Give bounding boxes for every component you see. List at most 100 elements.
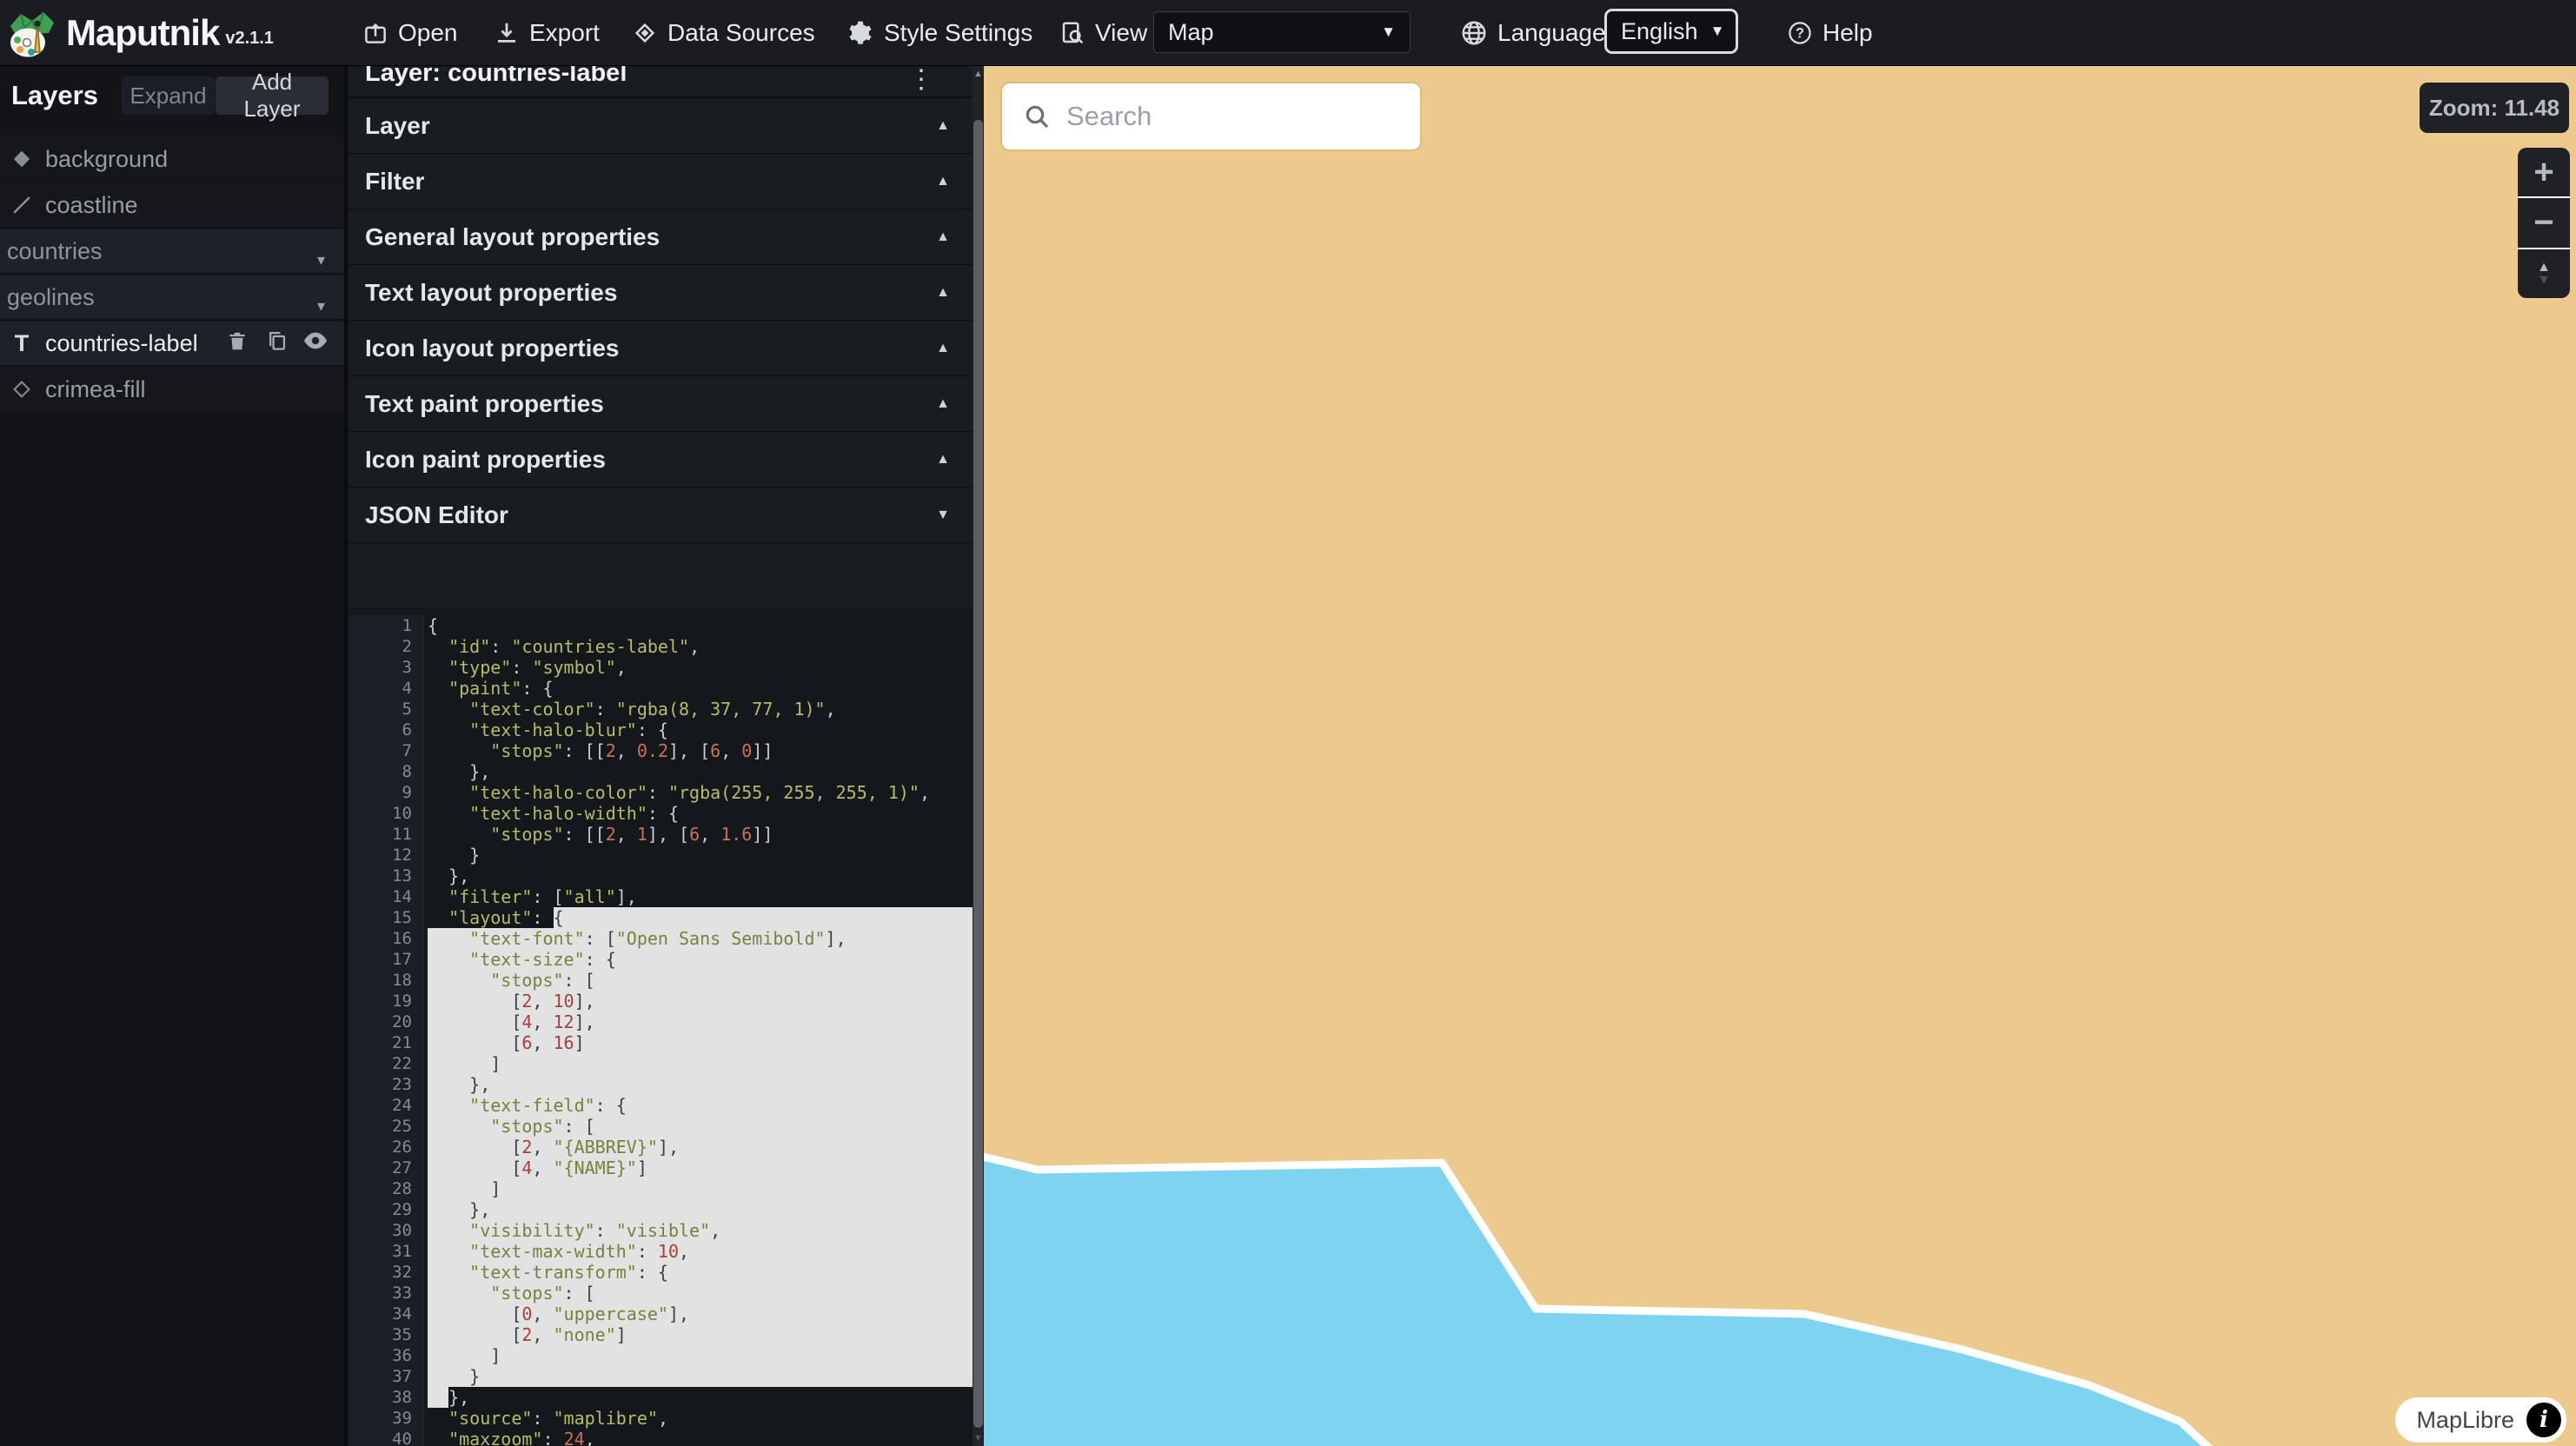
editor-scrollbar[interactable]: ▲ ▼ — [973, 65, 984, 1446]
code-line-38[interactable]: 38 }, — [348, 1387, 973, 1408]
line-number: 14 — [348, 886, 424, 907]
json-editor-code[interactable]: 1{2 "id": "countries-label",3 "type": "s… — [348, 607, 973, 1446]
section-icon-layout-properties[interactable]: Icon layout properties▲ — [348, 321, 973, 376]
code-line-14[interactable]: 14 "filter": ["all"], — [348, 886, 973, 907]
section-json-editor[interactable]: JSON Editor▼ — [348, 488, 973, 543]
language-select[interactable]: English ▼ — [1604, 9, 1738, 54]
line-number: 36 — [348, 1345, 424, 1366]
line-number: 31 — [348, 1241, 424, 1262]
code-line-17[interactable]: 17 "text-size": { — [348, 949, 973, 970]
section-icon-paint-properties[interactable]: Icon paint properties▲ — [348, 432, 973, 488]
attribution-link[interactable]: MapLibre — [2416, 1407, 2514, 1434]
code-line-28[interactable]: 28 ] — [348, 1178, 973, 1199]
code-line-27[interactable]: 27 [4, "{NAME}"] — [348, 1157, 973, 1178]
open-icon — [362, 20, 388, 46]
chevron-up-icon: ▲ — [936, 174, 950, 189]
style-settings-button[interactable]: Style Settings — [846, 0, 1032, 65]
code-line-15[interactable]: 15 "layout": { — [348, 907, 973, 928]
code-line-1[interactable]: 1{ — [348, 615, 973, 636]
code-line-10[interactable]: 10 "text-halo-width": { — [348, 803, 973, 824]
code-line-36[interactable]: 36 ] — [348, 1345, 973, 1366]
help-icon: ? — [1787, 20, 1813, 46]
code-line-13[interactable]: 13 }, — [348, 866, 973, 886]
section-layer[interactable]: Layer▲ — [348, 98, 973, 154]
duplicate-layer-button[interactable] — [263, 330, 289, 356]
code-line-33[interactable]: 33 "stops": [ — [348, 1283, 973, 1303]
expand-button[interactable]: Expand — [122, 76, 215, 115]
line-number: 8 — [348, 761, 424, 782]
language-label: Language — [1497, 19, 1606, 47]
code-line-32[interactable]: 32 "text-transform": { — [348, 1262, 973, 1283]
view-label: View — [1095, 19, 1147, 47]
delete-layer-button[interactable] — [224, 330, 250, 356]
scrollbar-down-arrow-icon[interactable]: ▼ — [973, 1433, 984, 1443]
code-line-4[interactable]: 4 "paint": { — [348, 678, 973, 699]
sidebar-layer-countries[interactable]: countries▾ — [0, 229, 344, 273]
layer-editor-panel: Layer: countries-label ⋮ Layer▲Filter▲Ge… — [348, 65, 973, 1446]
code-line-40[interactable]: 40 "maxzoom": 24, — [348, 1429, 973, 1446]
line-number: 4 — [348, 678, 424, 699]
view-menu-label: View — [1059, 0, 1147, 65]
code-line-34[interactable]: 34 [0, "uppercase"], — [348, 1303, 973, 1324]
map-canvas[interactable]: Zoom: 11.48 + − ▲ ▼ MapLibre i — [984, 65, 2576, 1446]
section-general-layout-properties[interactable]: General layout properties▲ — [348, 209, 973, 265]
visibility-layer-button[interactable] — [302, 330, 329, 356]
code-line-31[interactable]: 31 "text-max-width": 10, — [348, 1241, 973, 1262]
layer-options-button[interactable]: ⋮ — [908, 65, 934, 95]
open-button[interactable]: Open — [362, 0, 458, 65]
code-line-24[interactable]: 24 "text-field": { — [348, 1095, 973, 1116]
code-line-19[interactable]: 19 [2, 10], — [348, 991, 973, 1012]
info-icon[interactable]: i — [2526, 1403, 2561, 1437]
sidebar-layer-countries-label[interactable]: Tcountries-label — [0, 322, 344, 365]
data-sources-button[interactable]: Data Sources — [632, 0, 815, 65]
sidebar-layer-background[interactable]: background — [0, 137, 344, 181]
code-line-25[interactable]: 25 "stops": [ — [348, 1116, 973, 1137]
code-line-9[interactable]: 9 "text-halo-color": "rgba(255, 255, 255… — [348, 782, 973, 803]
sidebar-layer-crimea-fill[interactable]: crimea-fill — [0, 368, 344, 411]
section-text-layout-properties[interactable]: Text layout properties▲ — [348, 265, 973, 321]
line-number: 29 — [348, 1199, 424, 1220]
layer-editor-title: Layer: countries-label — [365, 65, 973, 88]
code-line-30[interactable]: 30 "visibility": "visible", — [348, 1220, 973, 1241]
sidebar-layer-geolines[interactable]: geolines▾ — [0, 275, 344, 319]
code-line-35[interactable]: 35 [2, "none"] — [348, 1324, 973, 1345]
section-label: Icon paint properties — [365, 446, 606, 474]
code-line-16[interactable]: 16 "text-font": ["Open Sans Semibold"], — [348, 928, 973, 949]
code-line-7[interactable]: 7 "stops": [[2, 0.2], [6, 0]] — [348, 740, 973, 761]
line-number: 34 — [348, 1303, 424, 1324]
code-line-3[interactable]: 3 "type": "symbol", — [348, 657, 973, 678]
section-filter[interactable]: Filter▲ — [348, 154, 973, 209]
code-line-12[interactable]: 12 } — [348, 845, 973, 866]
code-line-26[interactable]: 26 [2, "{ABBREV}"], — [348, 1137, 973, 1157]
scrollbar-up-arrow-icon[interactable]: ▲ — [973, 69, 984, 79]
help-button[interactable]: ? Help — [1787, 0, 1873, 65]
layer-editor-header: Layer: countries-label ⋮ — [348, 65, 973, 98]
code-line-23[interactable]: 23 }, — [348, 1074, 973, 1095]
layer-label: countries-label — [45, 330, 198, 357]
map-attribution: MapLibre i — [2395, 1397, 2566, 1443]
code-line-37[interactable]: 37 } — [348, 1366, 973, 1387]
code-line-21[interactable]: 21 [6, 16] — [348, 1032, 973, 1053]
line-number: 40 — [348, 1429, 424, 1446]
code-line-2[interactable]: 2 "id": "countries-label", — [348, 636, 973, 657]
add-layer-button[interactable]: Add Layer — [216, 76, 329, 115]
sidebar-layer-coastline[interactable]: coastline — [0, 183, 344, 227]
section-text-paint-properties[interactable]: Text paint properties▲ — [348, 376, 973, 432]
zoom-out-button[interactable]: − — [2518, 196, 2570, 247]
view-select[interactable]: Map ▼ — [1153, 11, 1411, 53]
compass-button[interactable]: ▲ ▼ — [2518, 248, 2570, 298]
layers-panel: Layers Expand Add Layer backgroundcoastl… — [0, 65, 348, 1446]
code-line-20[interactable]: 20 [4, 12], — [348, 1012, 973, 1032]
zoom-in-button[interactable]: + — [2518, 148, 2570, 196]
export-button[interactable]: Export — [494, 0, 600, 65]
search-input[interactable] — [1065, 100, 1415, 133]
scrollbar-thumb[interactable] — [973, 120, 983, 1428]
code-line-22[interactable]: 22 ] — [348, 1053, 973, 1074]
code-line-18[interactable]: 18 "stops": [ — [348, 970, 973, 991]
code-line-8[interactable]: 8 }, — [348, 761, 973, 782]
code-line-39[interactable]: 39 "source": "maplibre", — [348, 1408, 973, 1429]
code-line-29[interactable]: 29 }, — [348, 1199, 973, 1220]
code-line-11[interactable]: 11 "stops": [[2, 1], [6, 1.6]] — [348, 824, 973, 845]
code-line-5[interactable]: 5 "text-color": "rgba(8, 37, 77, 1)", — [348, 699, 973, 720]
code-line-6[interactable]: 6 "text-halo-blur": { — [348, 720, 973, 740]
